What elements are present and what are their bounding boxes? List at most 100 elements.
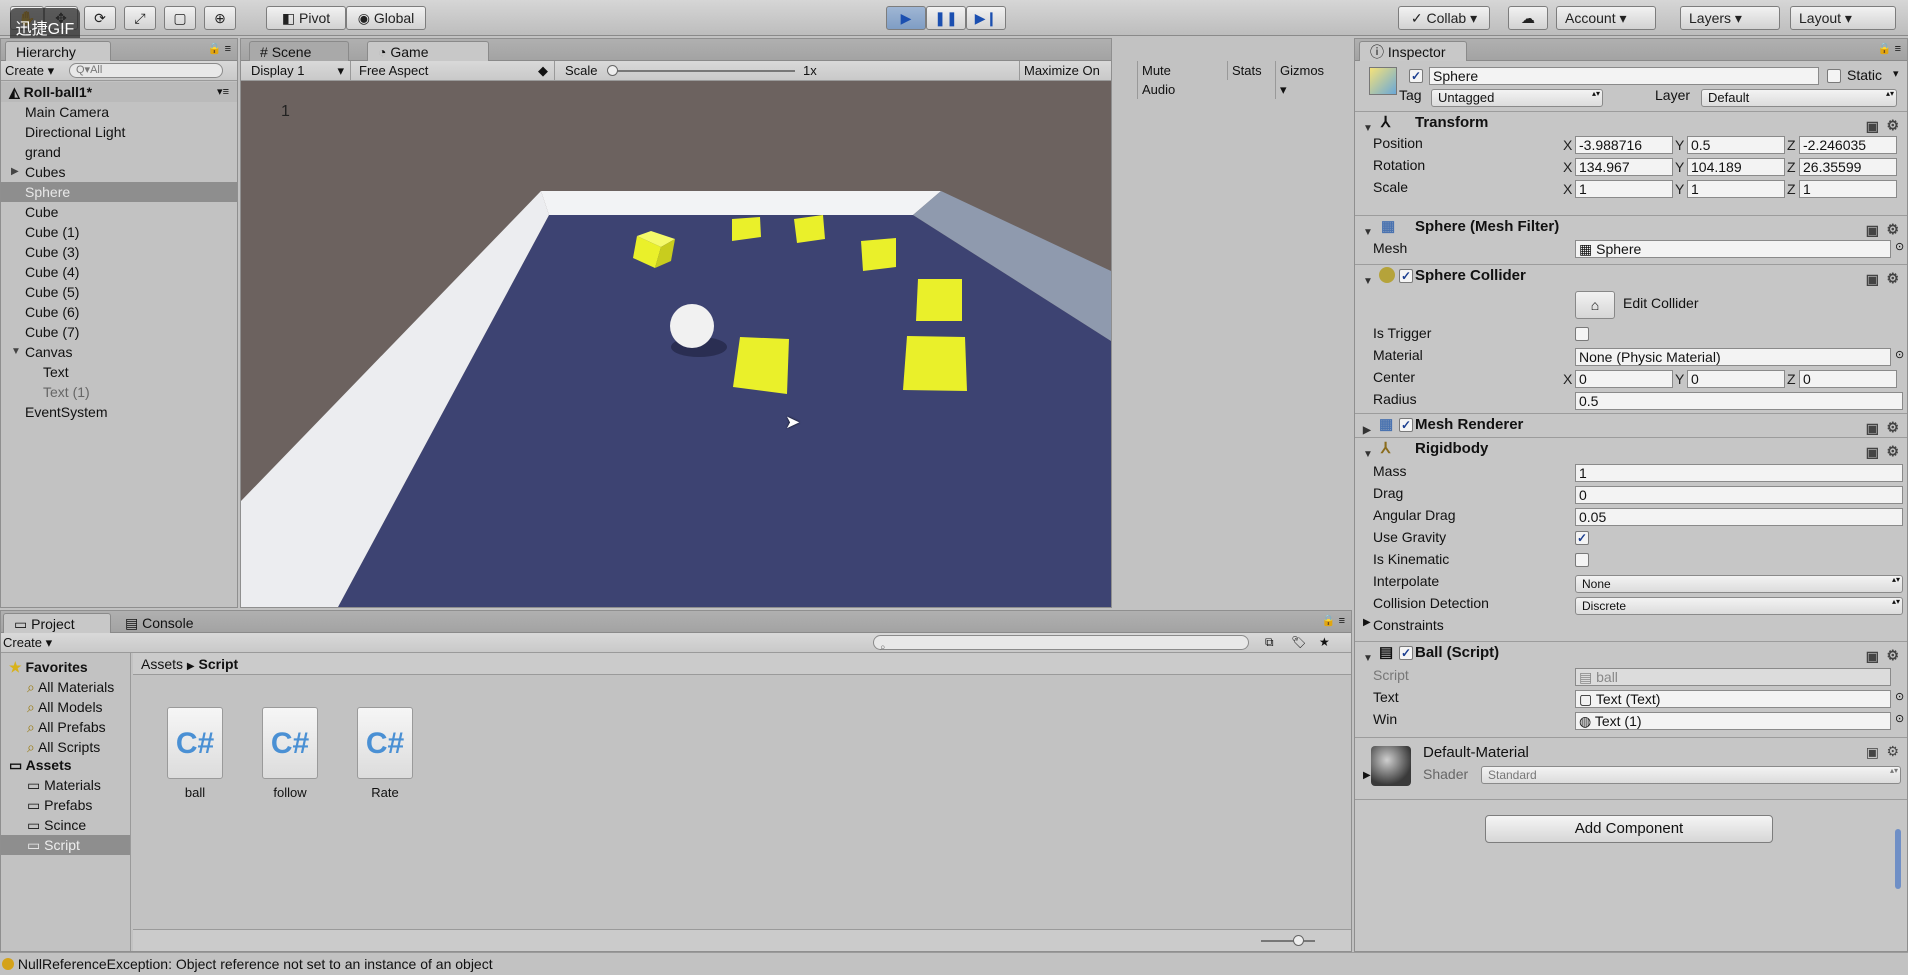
inspector-lock-icon[interactable]: 🔒 ≡ xyxy=(1878,42,1901,55)
inspector-scrollbar[interactable] xyxy=(1895,829,1901,889)
stats-toggle[interactable]: Stats xyxy=(1227,61,1266,80)
hierarchy-item[interactable]: grand xyxy=(1,142,237,162)
hierarchy-item[interactable]: Sphere xyxy=(1,182,237,202)
file-label[interactable]: ball xyxy=(150,785,240,800)
favorite-item[interactable]: ⌕ All Scripts xyxy=(1,737,130,757)
radius-field[interactable]: 0.5 xyxy=(1575,392,1903,410)
create-dropdown[interactable]: Create ▾ xyxy=(5,61,54,80)
help-icon[interactable]: ▣ xyxy=(1866,744,1879,761)
folder-item[interactable]: ▭ Prefabs xyxy=(1,795,130,815)
csharp-file-icon[interactable]: C# xyxy=(357,707,413,779)
gear-icon[interactable]: ⚙ xyxy=(1886,644,1899,666)
aspect-dropdown[interactable]: Free Aspect ◆ xyxy=(355,61,555,80)
is-trigger-checkbox[interactable] xyxy=(1575,327,1589,341)
hierarchy-item[interactable]: ▶ Cubes xyxy=(1,162,237,182)
breadcrumb-assets[interactable]: Assets xyxy=(141,656,183,672)
folder-item[interactable]: ▭ Materials xyxy=(1,775,130,795)
gear-icon[interactable]: ⚙ xyxy=(1886,218,1899,240)
favorite-star-icon[interactable]: ★ xyxy=(1319,633,1330,652)
hierarchy-item[interactable]: EventSystem xyxy=(1,402,237,422)
hierarchy-item[interactable]: Cube (5) xyxy=(1,282,237,302)
collision-detection-dropdown[interactable]: Discrete xyxy=(1575,597,1903,615)
hierarchy-search-input[interactable]: Q▾All xyxy=(69,63,223,78)
axis-label[interactable]: X xyxy=(1563,135,1572,155)
account-dropdown[interactable]: Account ▾ xyxy=(1556,6,1656,30)
gear-icon[interactable]: ⚙ xyxy=(1886,114,1899,136)
pivot-toggle[interactable]: ◧ Pivot xyxy=(266,6,346,30)
display-dropdown[interactable]: Display 1 ▾ xyxy=(247,61,351,80)
axis-label[interactable]: Y xyxy=(1675,369,1684,389)
constraints-foldout[interactable]: Constraints xyxy=(1373,617,1444,633)
shader-dropdown[interactable]: Standard xyxy=(1481,766,1901,784)
rigidbody-header[interactable]: ▼ ⅄ Rigidbody ▣ ⚙ xyxy=(1355,437,1907,461)
rotate-tool-button[interactable]: ⟳ xyxy=(84,6,116,30)
mesh-field[interactable]: ▦ Sphere xyxy=(1575,240,1891,258)
scale-tool-button[interactable]: ⤢ xyxy=(124,6,156,30)
layer-dropdown[interactable]: Default xyxy=(1701,89,1897,107)
use-gravity-checkbox[interactable]: ✓ xyxy=(1575,531,1589,545)
help-icon[interactable]: ▣ xyxy=(1866,268,1879,290)
favorite-item[interactable]: ⌕ All Prefabs xyxy=(1,717,130,737)
rotation-y-field[interactable]: 104.189 xyxy=(1687,158,1785,176)
project-lock-icon[interactable]: 🔒 ≡ xyxy=(1322,614,1345,627)
collapsed-triangle-icon[interactable]: ▶ xyxy=(11,162,19,182)
physic-material-field[interactable]: None (Physic Material) xyxy=(1575,348,1891,366)
position-y-field[interactable]: 0.5 xyxy=(1687,136,1785,154)
tab-console[interactable]: ▤ Console xyxy=(115,613,219,633)
scene-menu-icon[interactable]: ▾≡ xyxy=(217,82,229,102)
cloud-button[interactable]: ☁ xyxy=(1508,6,1548,30)
favorite-item[interactable]: ⌕ All Materials xyxy=(1,677,130,697)
axis-label[interactable]: Y xyxy=(1675,135,1684,155)
csharp-file-icon[interactable]: C# xyxy=(262,707,318,779)
axis-label[interactable]: Z xyxy=(1787,135,1796,155)
meshfilter-header[interactable]: ▼ ▦ Sphere (Mesh Filter) ▣ ⚙ xyxy=(1355,215,1907,239)
filter-by-label-icon[interactable]: 🏷 xyxy=(1291,633,1306,652)
rotation-x-field[interactable]: 134.967 xyxy=(1575,158,1673,176)
game-viewport[interactable]: 1 ➤ xyxy=(241,81,1111,607)
gear-icon[interactable]: ⚙ xyxy=(1886,440,1899,462)
axis-label[interactable]: X xyxy=(1563,179,1572,199)
lock-icon[interactable]: 🔒 ≡ xyxy=(208,42,231,55)
meshrenderer-header[interactable]: ▶ ▦ ✓ Mesh Renderer ▣ ⚙ xyxy=(1355,413,1907,437)
object-picker-icon[interactable]: ⊙ xyxy=(1895,712,1904,725)
help-icon[interactable]: ▣ xyxy=(1866,441,1879,463)
tab-project[interactable]: ▭ Project xyxy=(3,613,111,633)
axis-label[interactable]: X xyxy=(1563,369,1572,389)
win-field[interactable]: ◍ Text (1) xyxy=(1575,712,1891,730)
object-name-input[interactable]: Sphere xyxy=(1429,67,1819,85)
axis-label[interactable]: Y xyxy=(1675,157,1684,177)
global-toggle[interactable]: ◉ Global xyxy=(346,6,426,30)
hierarchy-item[interactable]: Cube (4) xyxy=(1,262,237,282)
tab-game[interactable]: ◔ Game xyxy=(367,41,489,61)
edit-collider-button[interactable]: ⌂ xyxy=(1575,291,1615,319)
filter-by-type-icon[interactable]: ⧉ xyxy=(1265,633,1274,652)
hierarchy-item[interactable]: Cube xyxy=(1,202,237,222)
hierarchy-item[interactable]: Cube (3) xyxy=(1,242,237,262)
help-icon[interactable]: ▣ xyxy=(1866,417,1879,439)
axis-label[interactable]: Z xyxy=(1787,369,1796,389)
angular-drag-field[interactable]: 0.05 xyxy=(1575,508,1903,526)
gear-icon[interactable]: ⚙ xyxy=(1886,743,1899,760)
interpolate-dropdown[interactable]: None xyxy=(1575,575,1903,593)
help-icon[interactable]: ▣ xyxy=(1866,115,1879,137)
axis-label[interactable]: Z xyxy=(1787,179,1796,199)
text-field[interactable]: ▢ Text (Text) xyxy=(1575,690,1891,708)
icon-size-slider[interactable] xyxy=(1261,935,1315,946)
hierarchy-item[interactable]: Cube (6) xyxy=(1,302,237,322)
file-label[interactable]: follow xyxy=(245,785,335,800)
axis-label[interactable]: Z xyxy=(1787,157,1796,177)
scale-slider-thumb[interactable] xyxy=(607,65,618,76)
layout-dropdown[interactable]: Layout ▾ xyxy=(1790,6,1896,30)
position-z-field[interactable]: -2.246035 xyxy=(1799,136,1897,154)
project-create-dropdown[interactable]: Create ▾ xyxy=(3,633,52,652)
hierarchy-item[interactable]: Text xyxy=(1,362,237,382)
tab-hierarchy[interactable]: Hierarchy xyxy=(5,41,111,61)
help-icon[interactable]: ▣ xyxy=(1866,219,1879,241)
collider-header[interactable]: ▼ ✓ Sphere Collider ▣ ⚙ xyxy=(1355,264,1907,288)
folder-item[interactable]: ▭ Script xyxy=(1,835,130,855)
object-picker-icon[interactable]: ⊙ xyxy=(1895,348,1904,361)
mass-field[interactable]: 1 xyxy=(1575,464,1903,482)
ball-script-header[interactable]: ▼ ▤ ✓ Ball (Script) ▣ ⚙ xyxy=(1355,641,1907,665)
static-checkbox[interactable] xyxy=(1827,69,1841,83)
mute-audio-toggle[interactable]: Mute Audio xyxy=(1137,61,1179,99)
